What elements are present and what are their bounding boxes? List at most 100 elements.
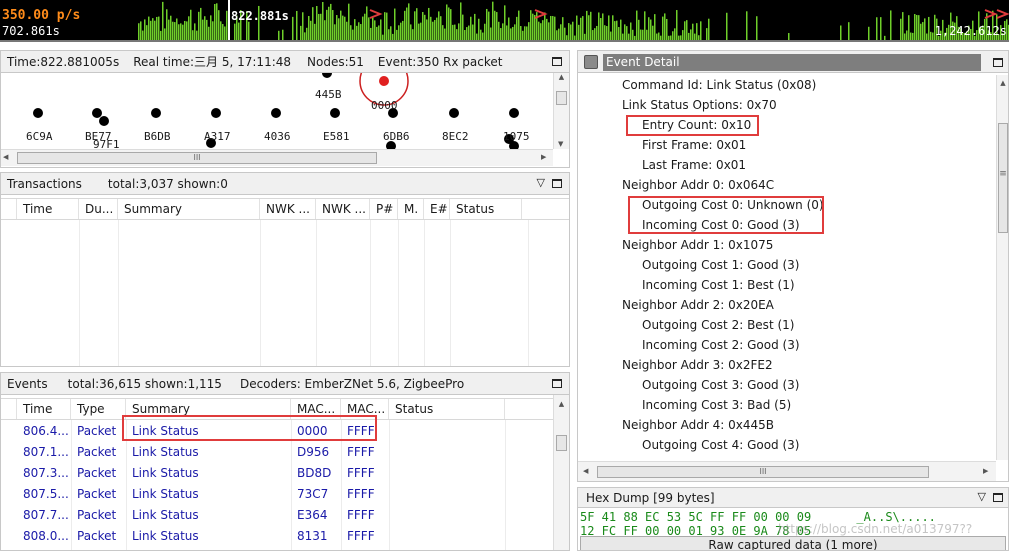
- detail-field[interactable]: Incoming Cost 2: Good (3): [642, 335, 800, 355]
- col-m[interactable]: M.: [398, 199, 424, 219]
- topology-node-dot[interactable]: [271, 108, 281, 118]
- detail-field[interactable]: Neighbor Addr 2: 0x20EA: [622, 295, 774, 315]
- activity-bar: [676, 10, 678, 40]
- activity-bar: [416, 8, 418, 40]
- detail-field[interactable]: Neighbor Addr 3: 0x2FE2: [622, 355, 773, 375]
- detail-field[interactable]: Outgoing Cost 3: Good (3): [642, 375, 799, 395]
- event-row[interactable]: 807.1... Packet Link Status D956 FFFF: [17, 441, 389, 462]
- activity-bar: [658, 32, 660, 40]
- bookmark-flag-icon[interactable]: [996, 9, 1009, 19]
- activity-bar: [518, 10, 520, 40]
- activity-bar: [500, 28, 502, 40]
- col-time[interactable]: Time: [17, 399, 71, 419]
- hex-dump-title: Hex Dump [99 bytes]: [586, 490, 715, 505]
- activity-bar: [238, 22, 240, 40]
- detail-field[interactable]: Outgoing Cost 2: Best (1): [642, 315, 794, 335]
- topology-node-dot[interactable]: [449, 108, 459, 118]
- detail-field[interactable]: Incoming Cost 3: Bad (5): [642, 395, 791, 415]
- detail-field[interactable]: Outgoing Cost 1: Good (3): [642, 255, 799, 275]
- activity-bar: [464, 30, 466, 40]
- col-status[interactable]: Status: [450, 199, 522, 219]
- scroll-right-icon[interactable]: ▶: [983, 467, 988, 476]
- col-duration[interactable]: Du...: [79, 199, 118, 219]
- topology-node-0000[interactable]: 0000: [371, 99, 398, 112]
- scroll-up-icon[interactable]: ▲: [554, 73, 569, 82]
- scroll-left-icon[interactable]: ◀: [3, 153, 8, 162]
- activity-bar: [202, 19, 204, 40]
- col-nwk-dst[interactable]: NWK ...: [316, 199, 370, 219]
- topology-node-label[interactable]: 6DB6: [383, 130, 410, 143]
- hscroll-thumb[interactable]: III: [17, 152, 377, 164]
- topology-node-dot[interactable]: [330, 108, 340, 118]
- topology-node-label[interactable]: A317: [204, 130, 231, 143]
- topology-node-label[interactable]: BE77: [85, 130, 112, 143]
- detail-field[interactable]: Neighbor Addr 4: 0x445B: [622, 415, 774, 435]
- detail-field[interactable]: Incoming Cost 4: Best (1): [642, 455, 795, 459]
- detail-field[interactable]: First Frame: 0x01: [642, 135, 746, 155]
- topology-node-445b[interactable]: 445B: [315, 88, 342, 101]
- event-row[interactable]: 807.5... Packet Link Status 73C7 FFFF: [17, 483, 389, 504]
- maximize-detail-icon[interactable]: [993, 58, 1003, 67]
- col-packet-num[interactable]: P#: [370, 199, 398, 219]
- maximize-events-icon[interactable]: [552, 379, 562, 388]
- scroll-down-icon[interactable]: ▼: [558, 140, 563, 149]
- topology-node-dot[interactable]: [211, 108, 221, 118]
- maximize-transactions-icon[interactable]: [552, 179, 562, 188]
- topology-vscroll[interactable]: ▲ ▼: [553, 73, 569, 149]
- current-time-marker[interactable]: [228, 0, 230, 40]
- dropdown-icon[interactable]: ▽: [978, 490, 986, 503]
- topology-node-label[interactable]: 1075: [503, 130, 530, 143]
- scroll-up-icon[interactable]: ▲: [997, 79, 1008, 88]
- topology-node-dot[interactable]: [33, 108, 43, 118]
- activity-bar: [540, 23, 542, 40]
- topology-hscroll[interactable]: ◀ III ▶: [1, 149, 553, 166]
- topology-node-label[interactable]: 6C9A: [26, 130, 53, 143]
- detail-field[interactable]: Command Id: Link Status (0x08): [622, 75, 816, 95]
- detail-field[interactable]: Outgoing Cost 4: Good (3): [642, 435, 799, 455]
- detail-field[interactable]: Link Status Options: 0x70: [622, 95, 777, 115]
- topology-node-dot[interactable]: [99, 116, 109, 126]
- scroll-thumb[interactable]: ≡: [998, 123, 1008, 233]
- detail-field[interactable]: Neighbor Addr 0: 0x064C: [622, 175, 774, 195]
- raw-captured-data-button[interactable]: Raw captured data (1 more): [580, 536, 1006, 550]
- scroll-up-icon[interactable]: ▲: [554, 400, 569, 409]
- scroll-thumb[interactable]: [556, 435, 567, 451]
- col-time[interactable]: Time: [17, 199, 79, 219]
- topology-node-dot[interactable]: [92, 108, 102, 118]
- maximize-topology-icon[interactable]: [552, 57, 562, 66]
- dropdown-icon[interactable]: ▽: [537, 176, 545, 189]
- topology-node-label[interactable]: B6DB: [144, 130, 171, 143]
- bookmark-flag-icon[interactable]: [369, 9, 383, 19]
- events-vscroll[interactable]: ▲: [553, 395, 569, 550]
- detail-hscroll[interactable]: ◀ III ▶: [578, 461, 996, 481]
- maximize-hex-icon[interactable]: [993, 493, 1003, 502]
- topology-node-dot[interactable]: [322, 73, 332, 78]
- detail-field[interactable]: Last Frame: 0x01: [642, 155, 746, 175]
- event-row[interactable]: 808.0... Packet Link Status 8131 FFFF: [17, 525, 389, 546]
- topology-node-label[interactable]: 4036: [264, 130, 291, 143]
- col-status[interactable]: Status: [389, 399, 505, 419]
- col-summary[interactable]: Summary: [118, 199, 260, 219]
- detail-field[interactable]: Incoming Cost 1: Best (1): [642, 275, 795, 295]
- col-event-num[interactable]: E#: [424, 199, 450, 219]
- detail-field[interactable]: Neighbor Addr 1: 0x1075: [622, 235, 773, 255]
- topology-node-dot[interactable]: [151, 108, 161, 118]
- active-node-dot[interactable]: [379, 76, 389, 86]
- col-nwk-src[interactable]: NWK ...: [260, 199, 316, 219]
- event-row[interactable]: 807.3... Packet Link Status BD8D FFFF: [17, 462, 389, 483]
- col-type[interactable]: Type: [71, 399, 126, 419]
- scroll-right-icon[interactable]: ▶: [541, 153, 546, 162]
- event-row[interactable]: 807.7... Packet Link Status E364 FFFF: [17, 504, 389, 525]
- activity-bar: [216, 3, 218, 40]
- detail-vscroll[interactable]: ▲ ≡: [996, 75, 1008, 460]
- topology-node-dot[interactable]: [509, 108, 519, 118]
- topology-node-label[interactable]: E581: [323, 130, 350, 143]
- scroll-thumb[interactable]: [556, 91, 567, 105]
- activity-bar: [920, 23, 922, 40]
- hscroll-thumb[interactable]: III: [597, 466, 929, 478]
- highlight-box-entry-count: [626, 115, 759, 136]
- topology-node-label[interactable]: 8EC2: [442, 130, 469, 143]
- hex-dump-pane: Hex Dump [99 bytes] ▽ 5F 41 88 EC 53 5C …: [577, 487, 1009, 551]
- timeline-strip[interactable]: 350.00 p/s 702.861s 822.881s 1,242.612s: [0, 0, 1009, 42]
- scroll-left-icon[interactable]: ◀: [583, 467, 588, 476]
